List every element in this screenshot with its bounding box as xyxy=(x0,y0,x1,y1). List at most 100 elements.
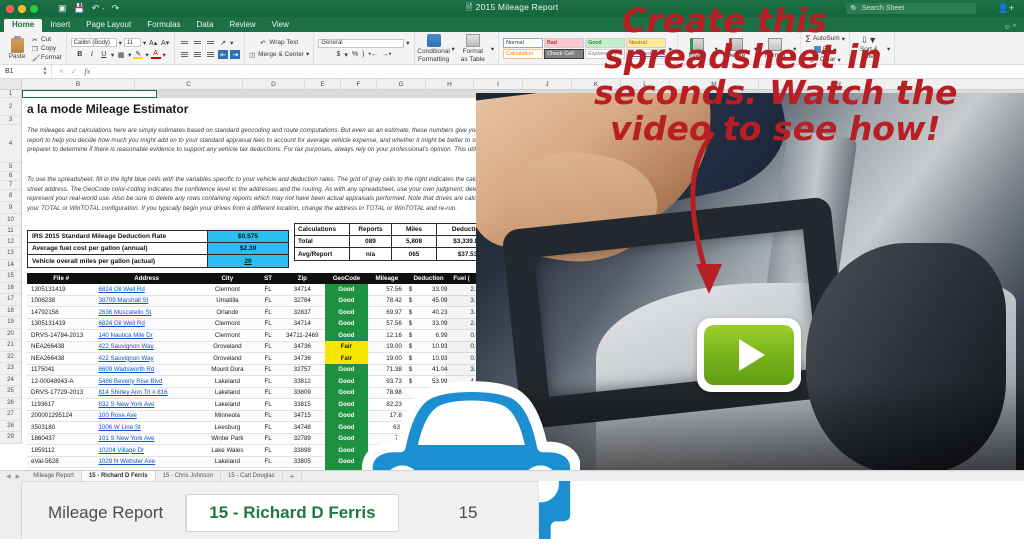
cell-address[interactable]: 814 Shirley Ann Trl # 816 xyxy=(95,389,198,396)
align-bottom-icon[interactable] xyxy=(205,38,216,47)
input-value-mpg[interactable]: 20 xyxy=(208,255,288,267)
input-value-fuel-cost[interactable]: $2.39 xyxy=(208,243,288,254)
chevron-down-icon[interactable]: ▾ xyxy=(145,51,148,59)
address-link[interactable]: 6824 Oil Well Rd xyxy=(98,286,144,293)
previous-sheet-icon[interactable]: ◀ xyxy=(6,473,11,480)
ribbon-group-number[interactable]: General ▾ $ ▾ % ) •← →• xyxy=(314,32,415,65)
orientation-icon[interactable]: ↗ xyxy=(218,38,228,47)
close-window-button[interactable] xyxy=(6,4,14,13)
underline-button[interactable]: U xyxy=(99,50,109,59)
row-header-9[interactable]: 9 xyxy=(0,202,21,214)
row-header-12[interactable]: 12 xyxy=(0,236,21,248)
bold-button[interactable]: B xyxy=(75,50,85,59)
format-painter-button[interactable]: 🖌 Format xyxy=(32,54,62,62)
zoomed-sheet-tabs[interactable]: Mileage Report 15 - Richard D Ferris 15 xyxy=(22,481,539,539)
zoomed-tab-richard-d-ferris[interactable]: 15 - Richard D Ferris xyxy=(186,493,399,532)
cell-style-calculation[interactable]: Calculation xyxy=(503,49,544,59)
align-left-icon[interactable] xyxy=(179,50,190,59)
address-link[interactable]: 6824 Oil Well Rd xyxy=(98,320,144,327)
row-header-23[interactable]: 23 xyxy=(0,363,21,375)
row-header-24[interactable]: 24 xyxy=(0,374,21,386)
fill-color-icon[interactable]: ✎ xyxy=(133,50,144,59)
row-header-4[interactable]: 4 xyxy=(0,125,21,163)
column-header-J[interactable]: J xyxy=(523,79,572,89)
address-link[interactable]: 1006 W Line St xyxy=(98,424,140,431)
ribbon-group-font[interactable]: Calibri (Body) ▾ 11 ▾ A▴ A▾ B I U ▾ ▦ ▾ … xyxy=(67,32,176,65)
decrease-decimal-button[interactable]: →• xyxy=(382,51,391,58)
row-headers[interactable]: 1 2 3 4 5 6 7 8 9 10 11 12 13 14 15 16 17 18 19 20 21 22 23 24 2… xyxy=(0,90,22,444)
ribbon-group-wrap[interactable]: ↶ Wrap Text ◫ Merge & Center ▾ xyxy=(245,32,315,65)
column-header-G[interactable]: G xyxy=(377,79,426,89)
address-link[interactable]: 832 S New York Ave xyxy=(98,401,154,408)
row-header-17[interactable]: 17 xyxy=(0,294,21,306)
row-header-16[interactable]: 16 xyxy=(0,282,21,294)
home-icon[interactable]: ▣ xyxy=(58,3,67,14)
accept-formula-icon[interactable]: ✓ xyxy=(71,67,78,76)
address-link[interactable]: 101 S New York Ave xyxy=(98,435,154,442)
table-row[interactable]: NEA266438 422 Sauvignon Way Groveland FL 347… xyxy=(27,352,482,365)
chevron-down-icon[interactable]: ▾ xyxy=(452,45,455,53)
tab-view[interactable]: View xyxy=(264,19,297,32)
cell-address[interactable]: 1006 W Line St xyxy=(95,424,198,431)
address-link[interactable]: 140 Nautica Mile Dr xyxy=(98,332,152,339)
row-header-6[interactable]: 6 xyxy=(0,172,21,181)
row-header-7[interactable]: 7 xyxy=(0,181,21,190)
merge-center-button[interactable]: ◫ Merge & Center ▾ xyxy=(249,50,309,59)
cell-style-bad[interactable]: Bad xyxy=(544,38,585,48)
cell-address[interactable]: 2636 Muscatello St xyxy=(95,309,198,316)
minimize-window-button[interactable] xyxy=(18,4,26,13)
address-link[interactable]: 422 Sauvignon Way xyxy=(98,355,153,362)
cell-address[interactable]: 100 Rose Ave xyxy=(95,412,198,419)
row-header-26[interactable]: 26 xyxy=(0,397,21,409)
row-header-10[interactable]: 10 xyxy=(0,214,21,226)
add-sheet-button[interactable]: + xyxy=(283,470,303,482)
row-header-27[interactable]: 27 xyxy=(0,409,21,421)
tab-data[interactable]: Data xyxy=(189,19,222,32)
conditional-formatting-button[interactable]: Conditional Formatting xyxy=(417,34,450,63)
zoomed-tab-mileage-report[interactable]: Mileage Report xyxy=(26,493,187,532)
cell-address[interactable]: 422 Sauvignon Way xyxy=(95,355,198,362)
column-header-H[interactable]: H xyxy=(426,79,474,89)
chevron-down-icon[interactable]: ▾ xyxy=(163,51,166,59)
cell-address[interactable]: 422 Sauvignon Way xyxy=(95,343,198,350)
address-link[interactable]: 10204 Village Dr xyxy=(98,447,144,454)
cell-address[interactable]: 10204 Village Dr xyxy=(95,447,198,454)
table-row[interactable]: DRVS-14784-2013 140 Nautica Mile Dr Clermo… xyxy=(27,329,482,342)
address-link[interactable]: 38709 Marshall St xyxy=(98,297,148,304)
window-controls[interactable] xyxy=(6,4,38,13)
table-row[interactable]: 1006238 38709 Marshall St Umatilla FL 32784 G… xyxy=(27,295,482,307)
table-row[interactable]: 1305131419 6824 Oil Well Rd Clermont FL 3471… xyxy=(27,283,482,296)
percent-format-button[interactable]: % xyxy=(352,51,358,58)
select-all-corner[interactable] xyxy=(0,79,22,89)
undo-icon[interactable]: ↶ · xyxy=(92,3,105,14)
font-size-select[interactable]: 11 xyxy=(123,38,141,47)
decrease-font-size-button[interactable]: A▾ xyxy=(160,38,170,47)
cell-style-normal[interactable]: Normal xyxy=(503,38,544,48)
row-header-22[interactable]: 22 xyxy=(0,351,21,363)
cell-style-check-cell[interactable]: Check Cell xyxy=(544,49,585,59)
save-icon[interactable]: 💾 xyxy=(74,3,85,14)
row-header-1[interactable]: 1 xyxy=(0,90,21,98)
chevron-down-icon[interactable]: ▾ xyxy=(306,50,309,58)
input-row-mpg[interactable]: Vehicle overall miles per gallon (actual… xyxy=(28,255,288,267)
sheet-nav-arrows[interactable]: ◀ ▶ xyxy=(0,473,26,480)
quick-access-toolbar[interactable]: ▣ 💾 ↶ · ↷ xyxy=(58,3,119,14)
column-header-E[interactable]: E xyxy=(305,79,341,89)
row-header-2[interactable]: 2 xyxy=(0,98,21,116)
wrap-text-button[interactable]: ↶ Wrap Text xyxy=(260,39,298,47)
copy-button[interactable]: ❐ Copy xyxy=(32,45,62,53)
row-header-25[interactable]: 25 xyxy=(0,386,21,398)
input-row-fuel-cost[interactable]: Average fuel cost per gallon (annual) $2… xyxy=(28,243,288,255)
font-name-select[interactable]: Calibri (Body) xyxy=(70,38,117,47)
borders-icon[interactable]: ▦ xyxy=(116,50,126,59)
sheet-tab-carl-douglas[interactable]: 15 - Carl Douglas xyxy=(221,470,283,482)
decrease-indent-icon[interactable]: ⇤ xyxy=(218,50,229,59)
input-row-irs-rate[interactable]: IRS 2015 Standard Mileage Deduction Rate… xyxy=(28,231,288,243)
cell-address[interactable]: 1029 N Webster Ave xyxy=(95,458,198,465)
currency-format-button[interactable]: $ xyxy=(336,51,340,58)
address-link[interactable]: 814 Shirley Ann Trl # 816 xyxy=(98,389,167,396)
cell-address[interactable]: 38709 Marshall St xyxy=(95,297,198,304)
cell-address[interactable]: 5486 Beverly Rise Blvd xyxy=(95,378,198,385)
sheet-tab-bar[interactable]: ◀ ▶ Mileage Report 15 - Richard D Ferris… xyxy=(0,470,1024,482)
italic-button[interactable]: I xyxy=(87,50,97,59)
